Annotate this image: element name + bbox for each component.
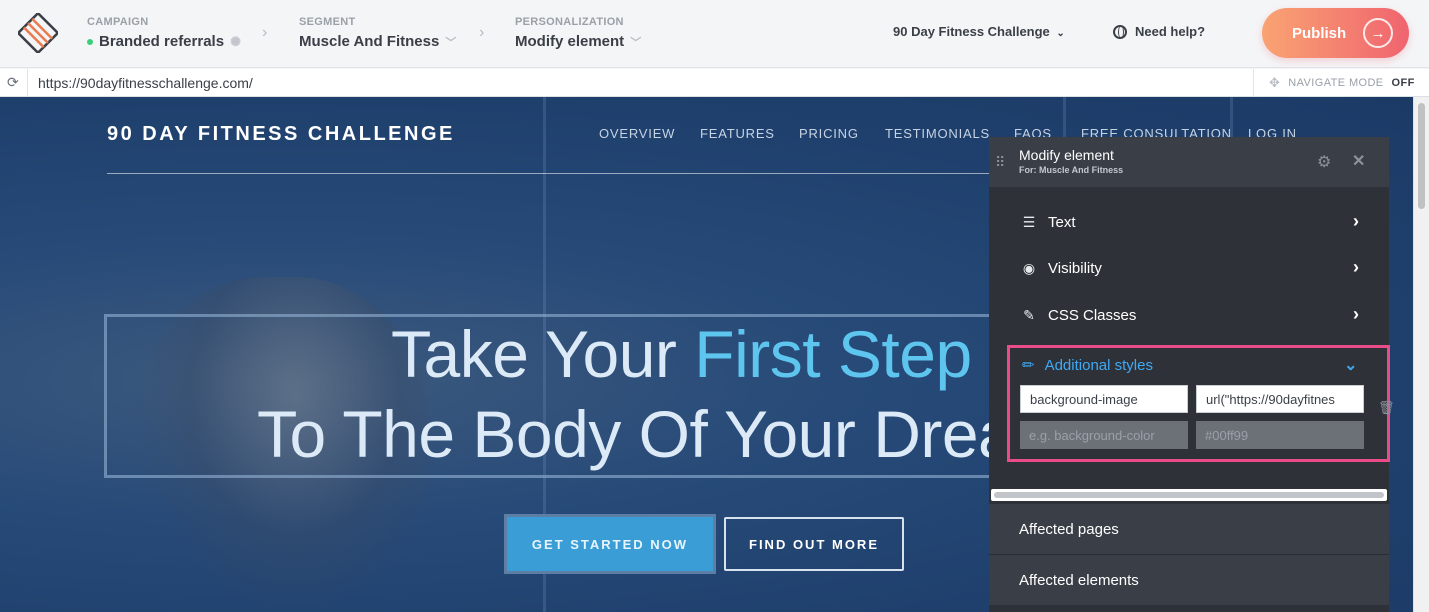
- settings-icon[interactable]: ✺: [230, 34, 241, 50]
- chevron-down-icon: ﹀: [445, 36, 457, 49]
- menu-item-label: Visibility: [1048, 259, 1102, 277]
- crosshair-icon: ✥: [1269, 75, 1281, 90]
- css-property-field-empty[interactable]: e.g. background-color: [1020, 421, 1188, 449]
- additional-styles-header[interactable]: ✏ Additional styles: [1022, 356, 1153, 375]
- get-started-button[interactable]: GET STARTED NOW: [504, 514, 716, 574]
- campaign-selector-label: 90 Day Fitness Challenge: [893, 24, 1050, 39]
- brush-icon: ✎: [1023, 306, 1035, 323]
- scrollbar-thumb[interactable]: [1418, 103, 1425, 209]
- affected-pages-section[interactable]: Affected pages: [989, 504, 1389, 554]
- menu-item-css-classes[interactable]: ✎ CSS Classes ›: [1019, 303, 1359, 327]
- url-input[interactable]: https://90dayfitnesschallenge.com/: [38, 75, 253, 91]
- chevron-down-icon[interactable]: ⌄: [1344, 355, 1357, 375]
- segment-label: SEGMENT: [299, 16, 356, 28]
- menu-item-text[interactable]: ☰ Text ›: [1019, 210, 1359, 234]
- drag-handle-icon[interactable]: ⠿: [995, 154, 1005, 171]
- affected-elements-section[interactable]: Affected elements: [989, 555, 1389, 605]
- breadcrumb-campaign[interactable]: CAMPAIGN Branded referrals ✺: [87, 16, 241, 50]
- campaign-label: CAMPAIGN: [87, 16, 149, 28]
- divider: [27, 69, 28, 97]
- text-lines-icon: ☰: [1022, 213, 1036, 230]
- navigate-mode-label: NAVIGATE MODE: [1288, 77, 1384, 89]
- scrollbar-thumb[interactable]: [994, 492, 1384, 498]
- horizontal-scrollbar[interactable]: [991, 489, 1387, 501]
- panel-subtitle: For: Muscle And Fitness: [1019, 165, 1124, 175]
- logo-icon[interactable]: [18, 13, 58, 53]
- chevron-down-icon: ⌄: [1056, 28, 1065, 39]
- campaign-name: Branded referrals: [99, 33, 225, 50]
- globe-icon: [1113, 24, 1127, 39]
- status-dot: [87, 38, 93, 45]
- vertical-scrollbar[interactable]: [1413, 97, 1429, 612]
- css-property-input[interactable]: background-image: [1020, 385, 1188, 413]
- trash-icon[interactable]: 🗑: [1378, 400, 1395, 416]
- help-label: Need help?: [1135, 24, 1206, 39]
- navigate-mode-toggle[interactable]: ✥ NAVIGATE MODE OFF: [1253, 69, 1429, 97]
- close-icon[interactable]: ✕: [1352, 151, 1365, 171]
- personalization-name: Modify element: [515, 33, 625, 50]
- breadcrumb-segment[interactable]: SEGMENT Muscle And Fitness ﹀: [299, 16, 456, 50]
- chevron-down-icon: ﹀: [630, 36, 642, 49]
- campaign-selector[interactable]: 90 Day Fitness Challenge ⌄: [893, 24, 1065, 39]
- hero-headline-line2: To The Body Of Your Dreams: [257, 397, 1102, 471]
- site-nav-pricing[interactable]: PRICING: [799, 126, 859, 141]
- chevron-right-icon: ›: [1353, 304, 1359, 324]
- personalization-label: PERSONALIZATION: [515, 16, 624, 28]
- site-nav-features[interactable]: FEATURES: [700, 126, 775, 141]
- site-nav-testimonials[interactable]: TESTIMONIALS: [885, 126, 990, 141]
- panel-header: ⠿ Modify element For: Muscle And Fitness…: [989, 137, 1389, 187]
- menu-item-label: CSS Classes: [1048, 306, 1137, 324]
- find-out-more-button[interactable]: FIND OUT MORE: [724, 517, 904, 571]
- top-bar: CAMPAIGN Branded referrals ✺ › SEGMENT M…: [0, 0, 1429, 68]
- site-nav-overview[interactable]: OVERVIEW: [599, 126, 675, 141]
- breadcrumb-personalization[interactable]: PERSONALIZATION Modify element ﹀: [515, 16, 641, 50]
- css-value-field-empty[interactable]: #00ff99: [1196, 421, 1364, 449]
- chevron-right-icon: ›: [1353, 211, 1359, 231]
- menu-item-label: Text: [1048, 213, 1076, 231]
- chevron-right-icon: ›: [479, 24, 485, 41]
- chevron-right-icon: ›: [1353, 257, 1359, 277]
- help-link[interactable]: Need help?: [1113, 24, 1205, 39]
- additional-styles-section: ✏ Additional styles ⌄ background-image u…: [1007, 345, 1395, 462]
- css-value-input[interactable]: url("https://90dayfitnes: [1196, 385, 1364, 413]
- additional-styles-label: Additional styles: [1044, 356, 1153, 374]
- pencil-icon: ✏: [1022, 357, 1035, 374]
- publish-button[interactable]: Publish →: [1262, 8, 1409, 58]
- panel-title: Modify element: [1019, 147, 1114, 163]
- url-bar: ⟳ https://90dayfitnesschallenge.com/ ✥ N…: [0, 69, 1429, 97]
- header-divider: [107, 173, 1007, 174]
- modify-element-panel: ⠿ Modify element For: Muscle And Fitness…: [989, 137, 1395, 612]
- menu-item-visibility[interactable]: ◉ Visibility ›: [1019, 256, 1359, 280]
- refresh-icon[interactable]: ⟳: [7, 74, 19, 91]
- arrow-right-icon: →: [1363, 18, 1393, 48]
- chevron-right-icon: ›: [262, 24, 268, 41]
- navigate-mode-value: OFF: [1391, 77, 1415, 89]
- hero-headline-line1: Take Your First Step: [391, 316, 972, 392]
- hero-text: Take Your: [391, 317, 695, 391]
- site-logo[interactable]: 90 DAY FITNESS CHALLENGE: [107, 123, 455, 146]
- eye-icon: ◉: [1022, 259, 1036, 276]
- segment-name: Muscle And Fitness: [299, 33, 440, 50]
- hero-accent-text: First Step: [694, 317, 972, 391]
- gear-icon[interactable]: ⚙: [1317, 152, 1331, 172]
- publish-label: Publish: [1292, 24, 1347, 42]
